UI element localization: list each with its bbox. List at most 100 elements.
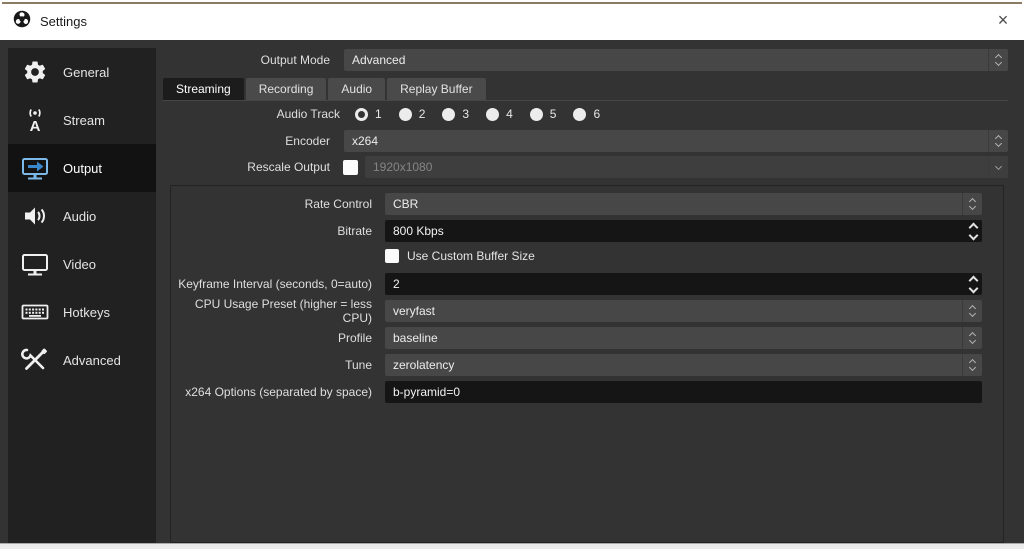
tools-icon	[20, 346, 50, 374]
profile-select[interactable]: baseline	[385, 327, 982, 349]
rate-control-row: Rate Control CBR	[171, 193, 982, 215]
gear-icon	[20, 58, 50, 86]
titlebar: Settings ×	[0, 0, 1024, 40]
tune-row: Tune zerolatency	[171, 354, 982, 376]
chevron-down-icon[interactable]	[988, 156, 1008, 178]
keyframe-input[interactable]	[385, 273, 965, 295]
output-mode-row: Output Mode Advanced	[163, 49, 1008, 71]
radio-icon[interactable]	[486, 107, 500, 121]
speaker-icon	[20, 202, 50, 230]
sidebar-item-video[interactable]: Video	[8, 240, 156, 288]
audio-track-option-4[interactable]: 4	[486, 107, 513, 121]
tune-label: Tune	[345, 358, 372, 372]
sidebar-item-audio[interactable]: Audio	[8, 192, 156, 240]
audio-track-row: Audio Track 1 2 3 4 5 6	[163, 104, 1008, 124]
output-tabs: Streaming Recording Audio Replay Buffer	[163, 78, 486, 100]
audio-track-option-5[interactable]: 5	[529, 107, 556, 121]
spinner-arrows-icon[interactable]	[965, 273, 982, 295]
audio-track-label: Audio Track	[276, 107, 340, 121]
tab-streaming[interactable]: Streaming	[163, 78, 244, 100]
audio-track-option-6[interactable]: 6	[573, 107, 600, 121]
encoder-label: Encoder	[285, 134, 330, 148]
sidebar-item-general[interactable]: General	[8, 48, 156, 96]
bitrate-spinbox[interactable]	[385, 220, 982, 242]
broadcast-icon: A	[20, 106, 50, 134]
chevron-updown-icon[interactable]	[962, 354, 982, 376]
cpu-preset-label: CPU Usage Preset (higher = less CPU)	[194, 297, 372, 325]
encoder-select[interactable]: x264	[344, 130, 1008, 152]
tab-pane-border	[163, 100, 1008, 101]
spinner-arrows-icon[interactable]	[965, 220, 982, 242]
cpu-preset-row: CPU Usage Preset (higher = less CPU) ver…	[171, 297, 982, 325]
chevron-updown-icon[interactable]	[962, 327, 982, 349]
cpu-preset-select[interactable]: veryfast	[385, 300, 982, 322]
sidebar-item-label: Stream	[63, 112, 105, 128]
keyframe-spinbox[interactable]	[385, 273, 982, 295]
sidebar-item-label: Hotkeys	[63, 304, 110, 320]
rescale-checkbox[interactable]	[343, 159, 358, 175]
sidebar-item-stream[interactable]: A Stream	[8, 96, 156, 144]
tab-replay-buffer[interactable]: Replay Buffer	[387, 78, 486, 100]
encoder-settings-group: Rate Control CBR Bitrate 800 Kbps Use Cu…	[170, 185, 1004, 543]
rate-control-select[interactable]: CBR	[385, 193, 982, 215]
profile-row: Profile baseline	[171, 327, 982, 349]
keyframe-label: Keyframe Interval (seconds, 0=auto)	[178, 277, 372, 291]
x264-options-field[interactable]	[385, 381, 982, 403]
x264-options-row: x264 Options (separated by space)	[171, 381, 982, 403]
custom-buffer-checkbox[interactable]	[385, 249, 399, 263]
audio-track-option-3[interactable]: 3	[442, 107, 469, 121]
sidebar-item-advanced[interactable]: Advanced	[8, 336, 156, 384]
output-settings-page: Output Mode Advanced Streaming Recording…	[163, 40, 1008, 543]
svg-text:A: A	[30, 118, 41, 134]
profile-label: Profile	[337, 331, 372, 345]
sidebar-item-output[interactable]: Output	[8, 144, 156, 192]
rate-control-value: CBR	[393, 197, 419, 211]
window-title: Settings	[40, 14, 87, 29]
close-button[interactable]: ×	[990, 8, 1016, 32]
radio-icon[interactable]	[529, 107, 543, 121]
settings-window: Settings × General A Stream Output Audio…	[0, 0, 1024, 549]
x264-options-label: x264 Options (separated by space)	[185, 385, 372, 399]
chevron-updown-icon[interactable]	[962, 193, 982, 215]
bitrate-input[interactable]	[385, 220, 965, 242]
rescale-row: Rescale Output 1920x1080	[163, 156, 1008, 178]
audio-track-option-2[interactable]: 2	[398, 107, 425, 121]
rescale-resolution-value: 1920x1080	[373, 160, 433, 174]
custom-buffer-label: Use Custom Buffer Size	[407, 249, 535, 263]
profile-value: baseline	[393, 331, 438, 345]
radio-icon[interactable]	[442, 107, 456, 121]
x264-options-input[interactable]	[385, 381, 982, 403]
rescale-resolution-select[interactable]: 1920x1080	[365, 156, 1008, 178]
chevron-updown-icon[interactable]	[962, 300, 982, 322]
chevron-updown-icon[interactable]	[988, 49, 1008, 71]
radio-icon[interactable]	[573, 107, 587, 121]
sidebar-item-label: Output	[63, 160, 103, 176]
output-mode-value: Advanced	[352, 53, 406, 67]
radio-icon[interactable]	[398, 107, 412, 121]
audio-track-option-1[interactable]: 1	[355, 107, 382, 121]
output-mode-label: Output Mode	[260, 53, 330, 67]
settings-body: General A Stream Output Audio Video Hotk…	[0, 40, 1024, 543]
custom-buffer-row: Use Custom Buffer Size	[171, 248, 982, 264]
bitrate-row: Bitrate	[171, 220, 982, 242]
chevron-updown-icon[interactable]	[988, 130, 1008, 152]
tab-recording[interactable]: Recording	[245, 78, 327, 100]
rescale-label: Rescale Output	[247, 160, 330, 174]
sidebar-item-label: Video	[63, 256, 97, 272]
encoder-value: x264	[352, 134, 379, 148]
window-top-accent	[2, 2, 1022, 4]
audio-track-radios: 1 2 3 4 5 6	[355, 107, 617, 121]
keyframe-row: Keyframe Interval (seconds, 0=auto)	[171, 273, 982, 295]
encoder-row: Encoder x264	[163, 130, 1008, 152]
sidebar-item-label: Audio	[63, 208, 97, 224]
tune-select[interactable]: zerolatency	[385, 354, 982, 376]
bitrate-label: Bitrate	[337, 224, 372, 238]
settings-sidebar: General A Stream Output Audio Video Hotk…	[8, 48, 156, 543]
tune-value: zerolatency	[393, 358, 455, 372]
radio-selected-icon[interactable]	[355, 107, 368, 121]
keyboard-icon	[20, 298, 50, 326]
sidebar-item-hotkeys[interactable]: Hotkeys	[8, 288, 156, 336]
tab-audio[interactable]: Audio	[328, 78, 386, 100]
output-mode-select[interactable]: Advanced	[344, 49, 1008, 71]
monitor-arrow-icon	[20, 154, 50, 182]
